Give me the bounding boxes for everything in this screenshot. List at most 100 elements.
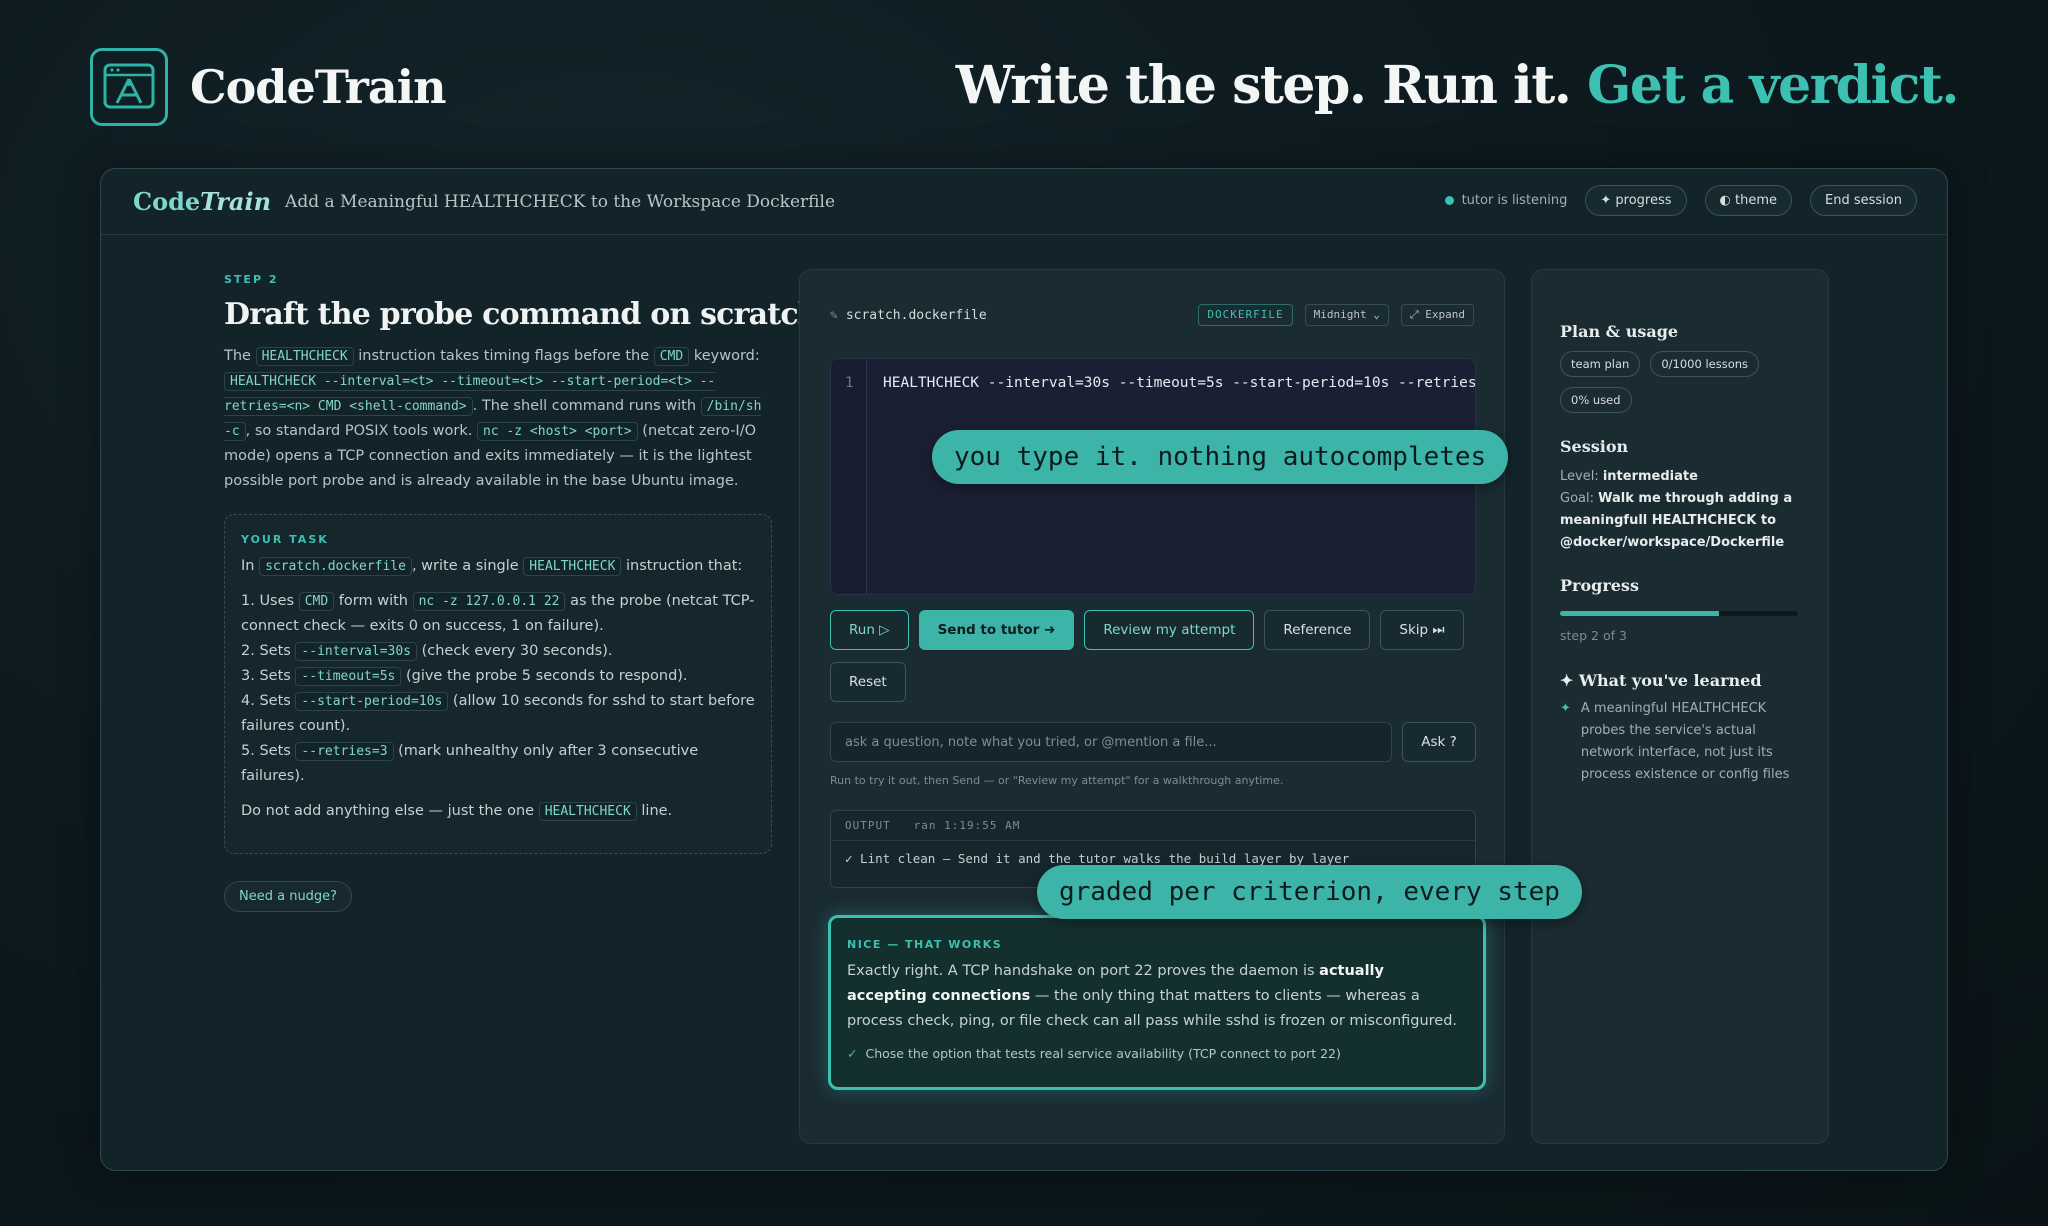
plan-chip: 0% used (1560, 387, 1632, 413)
lesson-title: Add a Meaningful HEALTHCHECK to the Work… (285, 191, 835, 212)
line-number: 1 (845, 375, 854, 391)
task-item: 5. Sets --retries=3 (mark unhealthy only… (241, 739, 755, 789)
verdict-text-a: Exactly right. A TCP handshake on port 2… (847, 963, 1315, 979)
theme-button[interactable]: ◐ theme (1704, 185, 1793, 216)
intro-text: instruction takes timing flags before th… (358, 348, 650, 364)
editor-actions: Run ▷ Send to tutor ➜ Review my attempt … (830, 610, 1476, 702)
output-time: ran 1:19:55 AM (913, 819, 1021, 832)
task-text: instruction that: (626, 558, 743, 574)
tagline-lead: Write the step. Run it. (955, 55, 1572, 116)
level-label: Level: (1560, 469, 1599, 484)
task-item: 3. Sets --timeout=5s (give the probe 5 s… (241, 664, 755, 689)
task-item: 1. Uses CMD form with nc -z 127.0.0.1 22… (241, 589, 755, 639)
goal-label: Goal: (1560, 491, 1594, 506)
skip-button[interactable]: Skip ⏭ (1380, 610, 1464, 650)
sparkle-icon: ✦ (1560, 701, 1571, 716)
pencil-icon: ✎ (830, 307, 838, 323)
intro-text: keyword: (693, 348, 760, 364)
inline-code: --timeout=5s (295, 667, 402, 686)
task-text: In (241, 558, 255, 574)
topbar-actions: tutor is listening ✦ progress ◐ theme En… (1444, 185, 1917, 216)
step-title: Draft the probe command on scratch (224, 297, 820, 332)
sidebar: Plan & usage team plan 0/1000 lessons 0%… (1531, 269, 1829, 1144)
app-window: CodeTrain Add a Meaningful HEALTHCHECK t… (100, 168, 1948, 1171)
inline-code: CMD (298, 592, 335, 611)
end-session-button[interactable]: End session (1810, 185, 1917, 216)
task-body: In scratch.dockerfile, write a single HE… (241, 554, 755, 824)
status-dot-icon (1444, 196, 1454, 205)
check-icon: ✓ (847, 1046, 858, 1061)
callout-no-autocomplete: you type it. nothing autocompletes (932, 430, 1509, 484)
task-item: 4. Sets --start-period=10s (allow 10 sec… (241, 689, 755, 739)
code-line[interactable]: HEALTHCHECK --interval=30s --timeout=5s … (883, 375, 1475, 391)
reference-button[interactable]: Reference (1264, 610, 1371, 650)
brand: CodeTrain (90, 48, 447, 126)
editor-hint: Run to try it out, then Send — or "Revie… (830, 774, 1284, 787)
task-label: YOUR TASK (241, 533, 329, 546)
plan-chip: 0/1000 lessons (1650, 351, 1760, 377)
theme-select[interactable]: Midnight ⌄ (1304, 304, 1389, 326)
output-header: OUTPUT ran 1:19:55 AM (831, 811, 1475, 841)
task-text: line. (641, 803, 673, 819)
tagline: Write the step. Run it. Get a verdict. (955, 55, 1960, 116)
filename-text: scratch.dockerfile (845, 307, 987, 323)
task-text: 5. Sets (241, 743, 291, 759)
editor-header: ✎ scratch.dockerfile DOCKERFILE Midnight … (830, 302, 1474, 328)
task-text: , write a single (411, 558, 519, 574)
verdict-criterion: ✓ Chose the option that tests real servic… (847, 1046, 1467, 1061)
task-outro: Do not add anything else — just the one … (241, 799, 755, 824)
level-value: intermediate (1602, 469, 1698, 484)
step-label: STEP 2 (224, 273, 279, 286)
inline-code: --retries=3 (295, 742, 394, 761)
app-logo[interactable]: CodeTrain (133, 187, 271, 216)
send-to-tutor-button[interactable]: Send to tutor ➜ (918, 610, 1075, 650)
learned-title: ✦ What you've learned (1560, 671, 1762, 690)
editor-filename: ✎ scratch.dockerfile (830, 308, 987, 323)
intro-text: , so standard POSIX tools work. (245, 423, 473, 439)
goal-value: Walk me through adding a meaningfull HEA… (1560, 491, 1793, 550)
inline-code: --start-period=10s (295, 692, 449, 711)
inline-code: HEALTHCHECK (255, 347, 354, 366)
review-attempt-button[interactable]: Review my attempt (1084, 610, 1255, 650)
nudge-button[interactable]: Need a nudge? (224, 881, 353, 912)
app-logo-code: Code (133, 187, 201, 216)
task-list: 1. Uses CMD form with nc -z 127.0.0.1 22… (241, 589, 755, 789)
progress-step: step 2 of 3 (1560, 628, 1627, 643)
intro-text: . The shell command runs with (472, 398, 697, 414)
inline-code: nc -z 127.0.0.1 22 (412, 592, 566, 611)
expand-button[interactable]: ⤢ Expand (1400, 304, 1474, 326)
progress-button[interactable]: ✦ progress (1585, 185, 1687, 216)
verdict-label: NICE — THAT WORKS (847, 938, 1003, 951)
run-button[interactable]: Run ▷ (830, 610, 909, 650)
task-text: 4. Sets (241, 693, 291, 709)
inline-code: CMD (653, 347, 690, 366)
verdict-card: NICE — THAT WORKS Exactly right. A TCP h… (828, 915, 1486, 1090)
lesson-panel: STEP 2 Draft the probe command on scratc… (224, 269, 820, 1144)
brand-name: CodeTrain (190, 60, 447, 114)
task-text: 3. Sets (241, 668, 291, 684)
task-text: Do not add anything else — just the one (241, 803, 535, 819)
progress-bar (1560, 611, 1798, 616)
learned-item: ✦ A meaningful HEALTHCHECK probes the ser… (1560, 698, 1798, 786)
task-text: 2. Sets (241, 643, 291, 659)
session-level: Level: intermediate (1560, 466, 1800, 488)
plan-chips: team plan 0/1000 lessons 0% used (1560, 351, 1790, 413)
inline-code: HEALTHCHECK (538, 802, 637, 821)
inline-code: nc -z <host> <port> (476, 422, 638, 441)
editor-gutter (831, 359, 867, 594)
progress-title: Progress (1560, 576, 1639, 595)
callout-graded: graded per criterion, every step (1037, 865, 1582, 919)
session-title: Session (1560, 437, 1629, 456)
task-item: 2. Sets --interval=30s (check every 30 s… (241, 639, 755, 664)
app-logo-train: Train (200, 187, 272, 216)
task-intro: In scratch.dockerfile, write a single HE… (241, 554, 755, 579)
editor-tags: DOCKERFILE Midnight ⌄ ⤢ Expand (1198, 304, 1474, 326)
inline-code: HEALTHCHECK (523, 557, 622, 576)
ask-input[interactable]: ask a question, note what you tried, or … (830, 722, 1392, 762)
reset-button[interactable]: Reset (830, 662, 906, 702)
task-box: YOUR TASK In scratch.dockerfile, write a… (224, 514, 772, 854)
ask-button[interactable]: Ask ? (1402, 722, 1476, 762)
task-text: 1. Uses (241, 593, 295, 609)
inline-code: --interval=30s (295, 642, 417, 661)
criterion-text: Chose the option that tests real service… (865, 1046, 1341, 1061)
